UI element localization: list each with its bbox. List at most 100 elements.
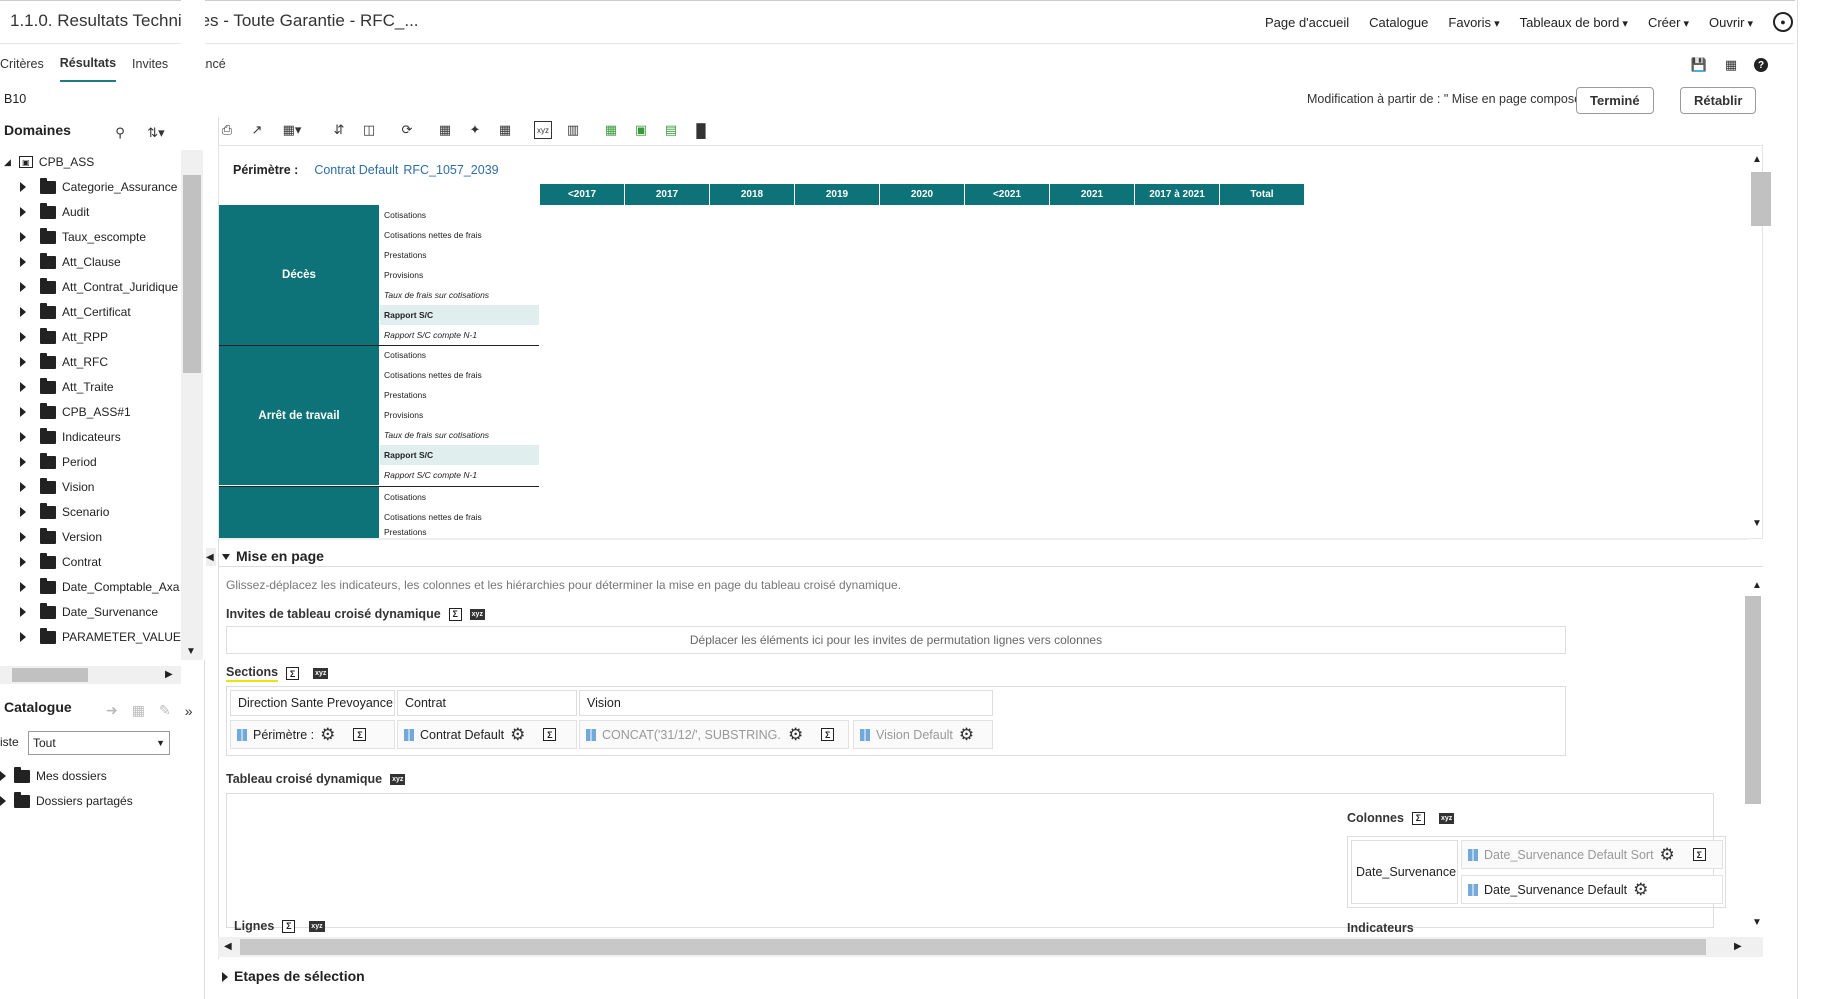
column-chip[interactable]: Date_Survenance Default Sort ⚙ Σ: [1461, 840, 1723, 869]
tree-item[interactable]: Att_Certificat: [0, 300, 131, 324]
section-column[interactable]: Contrat: [397, 690, 577, 716]
graph-view-icon[interactable]: ▤: [662, 121, 680, 139]
rfc-value[interactable]: RFC_1057_2039: [403, 163, 498, 177]
sum-icon[interactable]: Σ: [286, 667, 300, 680]
filter-icon[interactable]: ▦: [436, 121, 454, 139]
tree-item[interactable]: Date_Comptable_Axa: [0, 575, 179, 599]
gear-icon[interactable]: ⚙: [320, 725, 335, 745]
section-chip[interactable]: Vision Default ⚙: [853, 720, 993, 749]
print-icon[interactable]: ⎙: [218, 121, 236, 139]
table-view-icon[interactable]: ▦: [602, 121, 620, 139]
tab-results[interactable]: Résultats: [59, 56, 117, 82]
preview-vscroll-thumb[interactable]: [1751, 172, 1771, 226]
revert-button[interactable]: Rétablir: [1680, 87, 1757, 114]
domains-vscroll-thumb[interactable]: [183, 175, 201, 373]
export-icon[interactable]: ↗: [248, 121, 266, 139]
nav-catalog[interactable]: Catalogue: [1369, 15, 1428, 30]
section-chip[interactable]: Périmètre : ⚙ Σ: [230, 720, 395, 749]
user-avatar-icon[interactable]: ●: [1773, 12, 1793, 32]
tree-item[interactable]: Categorie_Assurance: [0, 175, 177, 199]
tab-criteria[interactable]: Critères: [0, 57, 44, 81]
gear-icon[interactable]: ⚙: [1633, 880, 1648, 900]
nav-dashboards[interactable]: Tableaux de bord: [1520, 15, 1628, 30]
layout-scroll-up-icon[interactable]: ▲: [1752, 580, 1762, 591]
group-icon[interactable]: ✦: [466, 121, 484, 139]
scroll-left-icon[interactable]: ◀: [224, 941, 232, 952]
refresh-icon[interactable]: ⟳: [398, 121, 416, 139]
tree-root[interactable]: ◢ ▣ CPB_ASS: [0, 150, 94, 174]
move-icon[interactable]: ➜: [106, 702, 118, 719]
done-button[interactable]: Terminé: [1576, 87, 1654, 114]
layout-header[interactable]: Mise en page: [222, 548, 324, 564]
xyz-icon[interactable]: xyz: [309, 920, 325, 932]
section-chip[interactable]: Contrat Default ⚙ Σ: [397, 720, 577, 749]
bar-chart-icon[interactable]: █: [692, 121, 710, 139]
tree-item[interactable]: Att_Traite: [0, 375, 114, 399]
tree-item[interactable]: Att_RPP: [0, 325, 108, 349]
help-icon[interactable]: ?: [1754, 58, 1768, 72]
tree-item[interactable]: Att_RFC: [0, 350, 108, 374]
tree-item[interactable]: Att_Clause: [0, 250, 121, 274]
tree-item[interactable]: PARAMETER_VALUES: [0, 625, 189, 649]
section-chip[interactable]: CONCAT('31/12/', SUBSTRING... ⚙ Σ: [579, 720, 849, 749]
save-icon[interactable]: 💾: [1690, 56, 1708, 74]
catalog-item[interactable]: Mes dossiers: [0, 764, 107, 788]
gear-icon[interactable]: ⚙: [510, 725, 525, 745]
collapse-left-icon[interactable]: ◀: [206, 548, 216, 566]
preview-scroll-up-icon[interactable]: ▲: [1752, 154, 1762, 165]
tree-item[interactable]: Att_Contrat_Juridique: [0, 275, 178, 299]
collapse-catalog-icon[interactable]: »: [185, 703, 193, 719]
layout-vscroll-thumb[interactable]: [1745, 596, 1761, 804]
pivot-view-icon[interactable]: ▣: [632, 121, 650, 139]
catalog-item[interactable]: Dossiers partagés: [0, 789, 133, 813]
selection-steps-header[interactable]: Etapes de sélection: [222, 968, 365, 984]
xyz-icon[interactable]: xyz: [313, 668, 329, 679]
sum-icon[interactable]: Σ: [1692, 848, 1706, 861]
tree-item[interactable]: Version: [0, 525, 102, 549]
sum-icon[interactable]: Σ: [543, 728, 557, 741]
prompts-drop-zone[interactable]: Déplacer les éléments ici pour les invit…: [226, 626, 1566, 654]
tree-item[interactable]: Date_Survenance: [0, 600, 158, 624]
sum-icon[interactable]: Σ: [1411, 811, 1425, 825]
section-column[interactable]: Vision: [579, 690, 993, 716]
calc-icon[interactable]: ▦: [496, 121, 514, 139]
column-chip[interactable]: Date_Survenance Default ⚙: [1461, 875, 1723, 904]
scroll-down-icon[interactable]: ▼: [186, 646, 196, 657]
gear-icon[interactable]: ⚙: [959, 725, 974, 745]
tree-item[interactable]: CPB_ASS#1: [0, 400, 131, 424]
gear-icon[interactable]: ⚙: [1660, 845, 1675, 865]
nav-favorites[interactable]: Favoris: [1448, 15, 1499, 30]
list-select[interactable]: Tout ▼: [28, 731, 170, 755]
save-as-icon[interactable]: ▦: [1722, 56, 1740, 74]
xyz-icon[interactable]: xyz: [469, 608, 485, 620]
sum-icon[interactable]: Σ: [282, 919, 296, 933]
export-menu-icon[interactable]: ▦▾: [278, 121, 306, 139]
scroll-right-icon[interactable]: ▶: [1734, 941, 1742, 952]
tree-item[interactable]: Contrat: [0, 550, 101, 574]
domains-hscroll-thumb[interactable]: [12, 668, 88, 682]
nav-open[interactable]: Ouvrir: [1709, 15, 1753, 30]
tree-item[interactable]: Taux_escompte: [0, 225, 146, 249]
tree-item[interactable]: Indicateurs: [0, 425, 121, 449]
contrat-value[interactable]: Contrat Default: [314, 163, 398, 177]
xyz-icon[interactable]: xyz: [390, 773, 406, 785]
swap-icon[interactable]: ⇵: [330, 121, 348, 139]
preview-scroll-down-icon[interactable]: ▼: [1752, 518, 1762, 529]
nav-home[interactable]: Page d'accueil: [1265, 15, 1349, 30]
tab-prompts[interactable]: Invites: [132, 57, 168, 81]
xyz-icon[interactable]: xyz: [1438, 812, 1455, 824]
chart-text-icon[interactable]: ▥: [564, 121, 582, 139]
text-view-icon[interactable]: xyz: [534, 121, 552, 139]
nav-create[interactable]: Créer: [1648, 15, 1689, 30]
search-icon[interactable]: ⚲: [111, 124, 129, 142]
copy-icon[interactable]: ▦: [132, 702, 145, 719]
sort-icon[interactable]: ⇅▾: [143, 124, 169, 142]
layout-scroll-down-icon[interactable]: ▼: [1752, 917, 1762, 928]
sum-icon[interactable]: Σ: [353, 728, 367, 741]
tree-item[interactable]: Period: [0, 450, 97, 474]
tree-item[interactable]: Scenario: [0, 500, 109, 524]
scroll-right-icon[interactable]: ▶: [165, 669, 173, 680]
layout-icon[interactable]: ◫: [360, 121, 378, 139]
edit-icon[interactable]: ✎: [159, 702, 171, 719]
column-dimension[interactable]: Date_Survenance: [1351, 840, 1458, 904]
